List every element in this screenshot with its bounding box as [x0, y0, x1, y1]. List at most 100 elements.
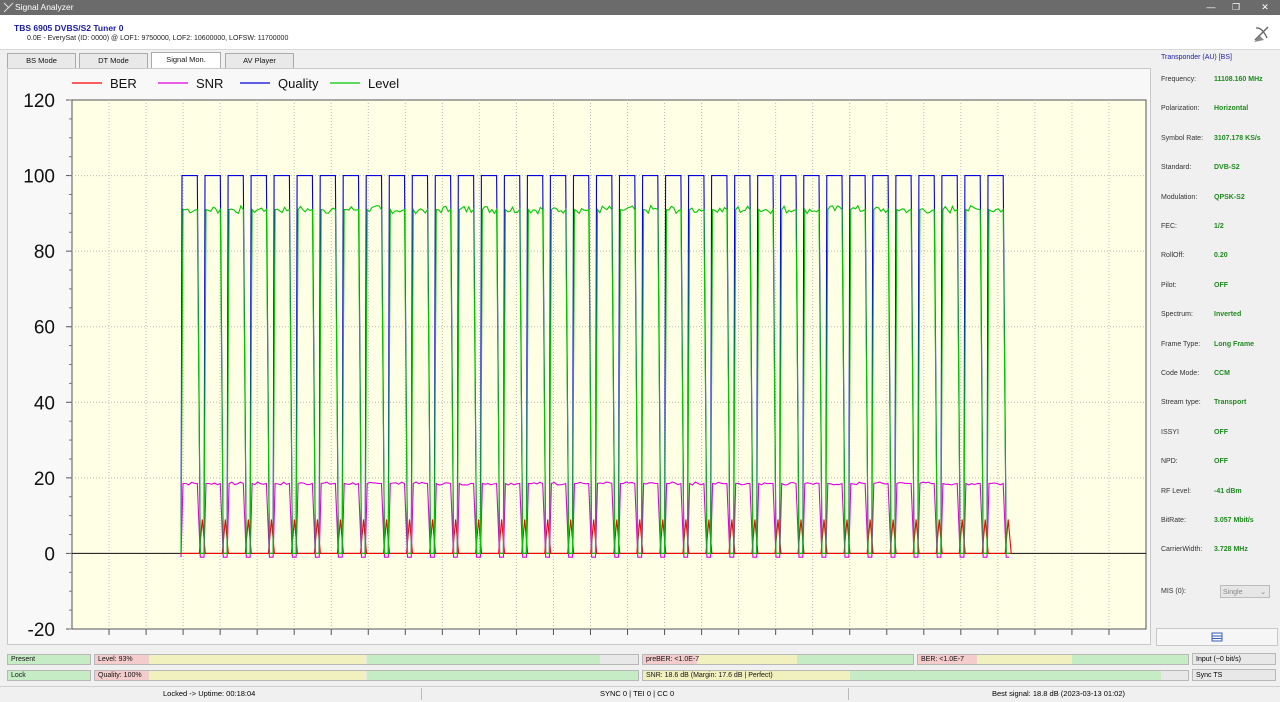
field-label: Standard: — [1161, 164, 1192, 172]
transponder-field: FEC: 1/2 — [1161, 223, 1273, 235]
y-tick-label: 80 — [34, 242, 55, 263]
input-rate-button[interactable]: Input (~0 bit/s) — [1192, 653, 1276, 665]
sync-ts-button[interactable]: Sync TS — [1192, 669, 1276, 681]
field-label: Symbol Rate: — [1161, 134, 1204, 142]
field-value: QPSK-S2 — [1214, 193, 1245, 201]
transponder-field: CarrierWidth: 3.728 MHz — [1161, 546, 1273, 558]
restore-button[interactable]: ❐ — [1221, 0, 1251, 15]
transponder-field: Modulation: QPSK-S2 — [1161, 194, 1273, 206]
field-label: Frame Type: — [1161, 340, 1201, 348]
chevron-down-icon: ⌄ — [1260, 589, 1266, 596]
field-value: 3.728 MHz — [1214, 546, 1248, 554]
ber-bar: BER: <1.0E-7 — [917, 654, 1189, 665]
uptime-status: Locked -> Uptime: 00:18:04 — [163, 689, 256, 698]
transponder-title: Transponder (AU) [BS] — [1161, 54, 1232, 61]
field-value: Transport — [1214, 399, 1247, 407]
y-tick-label: 60 — [34, 318, 55, 339]
lock-indicator: Lock — [7, 670, 91, 681]
satellite-info: 0.0E - EverySat (ID: 0000) @ LOF1: 97500… — [27, 35, 289, 42]
list-icon — [1211, 632, 1223, 642]
signal-chart: -20 0 20 40 60 80 100 120 BER SNR Quality Level — [23, 76, 1147, 641]
field-label: Spectrum: — [1161, 311, 1193, 319]
field-value: 11108.160 MHz — [1214, 76, 1263, 83]
close-button[interactable]: ✕ — [1250, 0, 1280, 15]
plot-area — [71, 99, 1147, 630]
transponder-field: Standard: DVB-S2 — [1161, 164, 1273, 176]
field-label: Modulation: — [1161, 193, 1198, 201]
field-label: CarrierWidth: — [1161, 546, 1203, 554]
transponder-field: RollOff: 0.20 — [1161, 252, 1273, 264]
title-bar: Signal Analyzer — ❐ ✕ — [0, 0, 1280, 15]
field-value: Long Frame — [1214, 340, 1255, 348]
y-tick-label: 40 — [34, 393, 55, 414]
status-bar: Locked -> Uptime: 00:18:04 SYNC 0 | TEI … — [0, 686, 1280, 702]
tab-av-player[interactable]: AV Player — [225, 53, 294, 69]
field-value: OFF — [1214, 428, 1228, 436]
legend-label-snr: SNR — [196, 76, 223, 91]
transponder-field: Code Mode: CCM — [1161, 370, 1273, 382]
tab-signal-monitor[interactable]: Signal Mon. — [151, 52, 221, 69]
level-bar: Level: 93% — [94, 654, 639, 665]
y-tick-label: -20 — [28, 620, 55, 641]
device-name: TBS 6905 DVBS/S2 Tuner 0 — [14, 23, 124, 33]
y-tick-label: 20 — [34, 469, 55, 490]
mis-select[interactable]: Single ⌄ — [1220, 585, 1270, 598]
field-label: Frequency: — [1161, 76, 1197, 83]
legend-label-quality: Quality — [278, 76, 319, 91]
field-value: Inverted — [1214, 311, 1242, 319]
present-indicator: Present — [7, 654, 91, 665]
field-value: -41 dBm — [1214, 487, 1242, 495]
field-label: ISSYI — [1161, 428, 1179, 436]
app-icon — [3, 2, 14, 13]
field-label: BitRate: — [1161, 517, 1186, 524]
y-tick-label: 0 — [44, 544, 55, 565]
transponder-field: NPD: OFF — [1161, 458, 1273, 470]
field-label: FEC: — [1161, 223, 1177, 230]
transponder-field: Spectrum: Inverted — [1161, 311, 1273, 323]
sync-status: SYNC 0 | TEI 0 | CC 0 — [600, 689, 675, 698]
quality-bar: Quality: 100% — [94, 670, 639, 681]
field-value: DVB-S2 — [1214, 164, 1240, 172]
field-value: 1/2 — [1214, 223, 1224, 230]
transponder-field: Frequency: 11108.160 MHz — [1161, 76, 1273, 88]
snr-bar: SNR: 18.6 dB (Margin: 17.6 dB | Perfect) — [642, 670, 1189, 681]
preber-bar: preBER: <1.0E-7 — [642, 654, 914, 665]
signal-chart-panel: -20 0 20 40 60 80 100 120 BER SNR Quality Level — [7, 68, 1151, 645]
y-tick-label: 120 — [23, 91, 55, 112]
transponder-panel: Transponder (AU) [BS] Frequency: 11108.16… — [1155, 50, 1277, 624]
field-value: CCM — [1214, 370, 1230, 377]
tab-bs-mode[interactable]: BS Mode — [7, 53, 76, 69]
panel-toggle-button[interactable] — [1156, 628, 1278, 646]
transponder-field: BitRate: 3.057 Mbit/s — [1161, 517, 1273, 529]
field-label: Pilot: — [1161, 281, 1177, 289]
transponder-field: Stream type: Transport — [1161, 399, 1273, 411]
field-label: Code Mode: — [1161, 370, 1200, 377]
window-title: Signal Analyzer — [15, 2, 74, 12]
transponder-field: Polarization: Horizontal — [1161, 105, 1273, 117]
mis-row: MIS (0): Single ⌄ — [1161, 585, 1273, 600]
field-label: Polarization: — [1161, 105, 1200, 113]
field-label: RF Level: — [1161, 487, 1191, 495]
device-header: TBS 6905 DVBS/S2 Tuner 0 0.0E - EverySat… — [0, 15, 1280, 50]
field-label: Stream type: — [1161, 399, 1201, 407]
field-label: RollOff: — [1161, 252, 1185, 260]
mis-label: MIS (0): — [1161, 588, 1186, 595]
field-value: Horizontal — [1214, 105, 1249, 113]
y-tick-label: 100 — [23, 167, 55, 188]
transponder-field: Pilot: OFF — [1161, 282, 1273, 294]
field-value: OFF — [1214, 281, 1228, 289]
transponder-field: Frame Type: Long Frame — [1161, 341, 1273, 353]
legend-label-level: Level — [368, 76, 399, 91]
legend-label-ber: BER — [110, 76, 137, 91]
transponder-field: Symbol Rate: 3107.178 KS/s — [1161, 135, 1273, 147]
field-value: OFF — [1214, 458, 1228, 466]
satellite-dish-icon[interactable] — [1252, 23, 1272, 43]
field-value: 0.20 — [1214, 252, 1228, 260]
field-label: NPD: — [1161, 458, 1178, 466]
field-value: 3107.178 KS/s — [1214, 134, 1261, 142]
transponder-field: ISSYI OFF — [1161, 429, 1273, 441]
best-signal-status: Best signal: 18.8 dB (2023-03-13 01:02) — [992, 689, 1126, 698]
transponder-field: RF Level: -41 dBm — [1161, 488, 1273, 500]
tab-dt-mode[interactable]: DT Mode — [79, 53, 148, 69]
field-value: 3.057 Mbit/s — [1214, 517, 1254, 524]
